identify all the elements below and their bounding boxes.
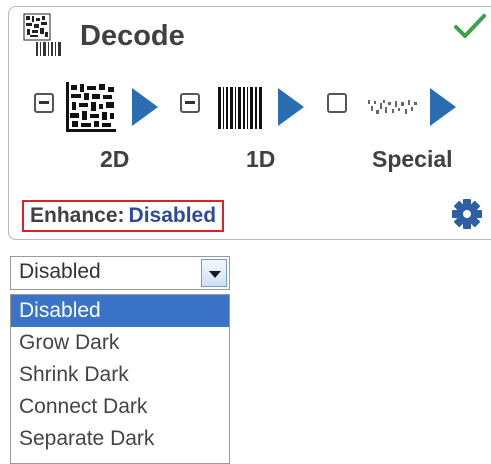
arrow-special-icon[interactable] — [430, 88, 456, 126]
panel-title: Decode — [80, 20, 185, 52]
option-disabled[interactable]: Disabled — [11, 295, 229, 327]
option-separate-dark[interactable]: Separate Dark — [11, 423, 229, 455]
checkbox-special[interactable] — [327, 93, 347, 113]
enhance-select[interactable]: Disabled — [10, 256, 230, 290]
enhance-label: Enhance: — [30, 204, 125, 227]
gear-icon[interactable] — [450, 197, 484, 231]
enhance-status[interactable]: Enhance: Disabled — [22, 200, 225, 232]
option-grow-dark[interactable]: Grow Dark — [11, 327, 229, 359]
datamatrix-icon — [66, 82, 116, 132]
arrow-2d-icon[interactable] — [132, 88, 158, 126]
label-1d: 1D — [246, 146, 276, 172]
checkbox-1d[interactable] — [180, 93, 200, 113]
dropdown-list: Disabled Grow Dark Shrink Dark Connect D… — [10, 294, 230, 464]
special-code-icon — [368, 100, 417, 114]
label-special: Special — [372, 146, 453, 172]
barcode-reader-icon — [23, 13, 61, 56]
label-2d: 2D — [100, 146, 130, 172]
check-icon — [454, 14, 486, 38]
barcode-icon — [218, 87, 262, 129]
arrow-1d-icon[interactable] — [278, 88, 304, 126]
option-shrink-dark[interactable]: Shrink Dark — [11, 359, 229, 391]
enhance-value: Disabled — [128, 204, 217, 227]
option-connect-dark[interactable]: Connect Dark — [11, 391, 229, 423]
checkbox-2d[interactable] — [34, 93, 54, 113]
chevron-down-icon[interactable] — [201, 259, 227, 287]
select-value: Disabled — [19, 260, 101, 283]
